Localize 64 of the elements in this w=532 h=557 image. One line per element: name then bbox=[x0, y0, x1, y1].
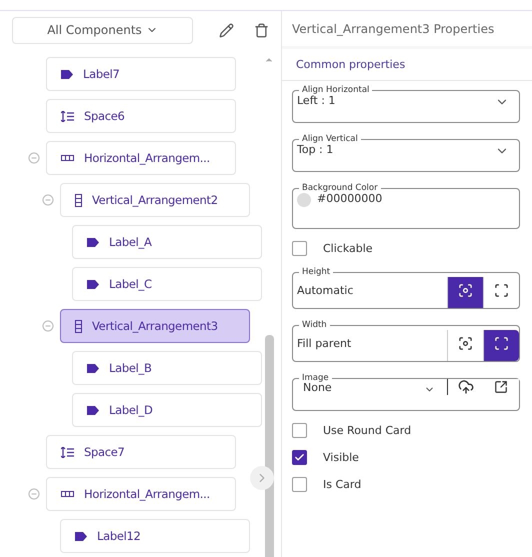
component-tree-item[interactable]: Vertical_Arrangement3 bbox=[60, 309, 250, 343]
component-tree-item[interactable]: Space6 bbox=[46, 99, 236, 133]
checkbox-label: Clickable bbox=[323, 242, 373, 254]
checkbox[interactable] bbox=[292, 476, 307, 492]
field-value: Left : 1 bbox=[297, 94, 336, 106]
field-value: #00000000 bbox=[317, 192, 384, 204]
select-field[interactable]: Align Horizontal Left : 1 bbox=[292, 85, 520, 123]
checkbox[interactable] bbox=[292, 450, 307, 464]
edit-button[interactable] bbox=[217, 20, 236, 40]
color-swatch bbox=[297, 193, 311, 207]
horizontal-layout-icon bbox=[61, 491, 74, 497]
checkbox[interactable] bbox=[292, 422, 307, 438]
cloud-upload-icon bbox=[458, 379, 474, 395]
expand-panel-button[interactable] bbox=[250, 466, 274, 490]
fullscreen-icon bbox=[494, 283, 509, 298]
field-label: Align Vertical bbox=[301, 134, 359, 144]
fullscreen-icon bbox=[494, 336, 509, 351]
component-tree-item[interactable]: Space7 bbox=[46, 435, 236, 469]
collapse-icon[interactable] bbox=[42, 320, 54, 332]
label-icon bbox=[87, 238, 99, 246]
focus-icon bbox=[458, 336, 473, 351]
checkbox-label: Visible bbox=[323, 450, 359, 464]
focus-icon bbox=[458, 283, 473, 298]
color-field[interactable]: Background Color #00000000 bbox=[292, 183, 520, 229]
horizontal-layout-icon bbox=[61, 155, 74, 161]
collapse-icon[interactable] bbox=[28, 152, 40, 164]
component-tree-item[interactable]: Label12 bbox=[60, 519, 250, 553]
component-filter-dropdown[interactable]: All Components bbox=[12, 16, 193, 44]
component-tree-item[interactable]: Label_A bbox=[72, 225, 262, 259]
field-label: Background Color bbox=[301, 183, 379, 193]
check-icon bbox=[294, 452, 305, 462]
component-tree-item[interactable]: Label_C bbox=[72, 267, 262, 301]
checkbox-label: Use Round Card bbox=[323, 424, 412, 436]
collapse-icon[interactable] bbox=[28, 488, 40, 500]
scrollbar-thumb[interactable] bbox=[264, 335, 274, 557]
field-value: Automatic bbox=[297, 284, 354, 297]
component-tree-item[interactable]: Label_B bbox=[72, 351, 262, 385]
section-heading: Common properties bbox=[282, 49, 532, 81]
component-tree-item[interactable]: Horizontal_Arrangem... bbox=[46, 477, 236, 511]
component-tree-item[interactable]: Label7 bbox=[46, 57, 236, 91]
label-icon bbox=[87, 280, 99, 288]
field-value: Top : 1 bbox=[297, 142, 334, 156]
vertical-layout-icon bbox=[75, 320, 82, 332]
select-field[interactable]: Align Vertical Top : 1 bbox=[292, 134, 520, 172]
component-tree-item[interactable]: Vertical_Arrangement2 bbox=[60, 183, 250, 217]
spacing-icon bbox=[61, 446, 74, 458]
label-icon bbox=[75, 532, 87, 540]
field-value: None bbox=[303, 380, 333, 394]
label-icon bbox=[87, 406, 99, 414]
field-label: Align Horizontal bbox=[301, 85, 370, 95]
panel-title: Vertical_Arrangement3 Properties bbox=[282, 11, 532, 49]
component-tree-item[interactable]: Horizontal_Arrangem... bbox=[46, 141, 236, 175]
checkbox[interactable] bbox=[292, 240, 307, 256]
component-tree-item[interactable]: Label_D bbox=[72, 393, 262, 427]
collapse-icon[interactable] bbox=[42, 194, 54, 206]
label-icon bbox=[61, 70, 73, 78]
field-value: Fill parent bbox=[297, 337, 352, 350]
image-field[interactable]: Image None bbox=[292, 373, 520, 411]
field-label: Image bbox=[301, 373, 330, 383]
external-link-icon bbox=[494, 380, 508, 394]
checkbox-label: Is Card bbox=[323, 478, 362, 490]
vertical-layout-icon bbox=[75, 194, 82, 206]
label-icon bbox=[87, 364, 99, 372]
spacing-icon bbox=[61, 110, 74, 122]
